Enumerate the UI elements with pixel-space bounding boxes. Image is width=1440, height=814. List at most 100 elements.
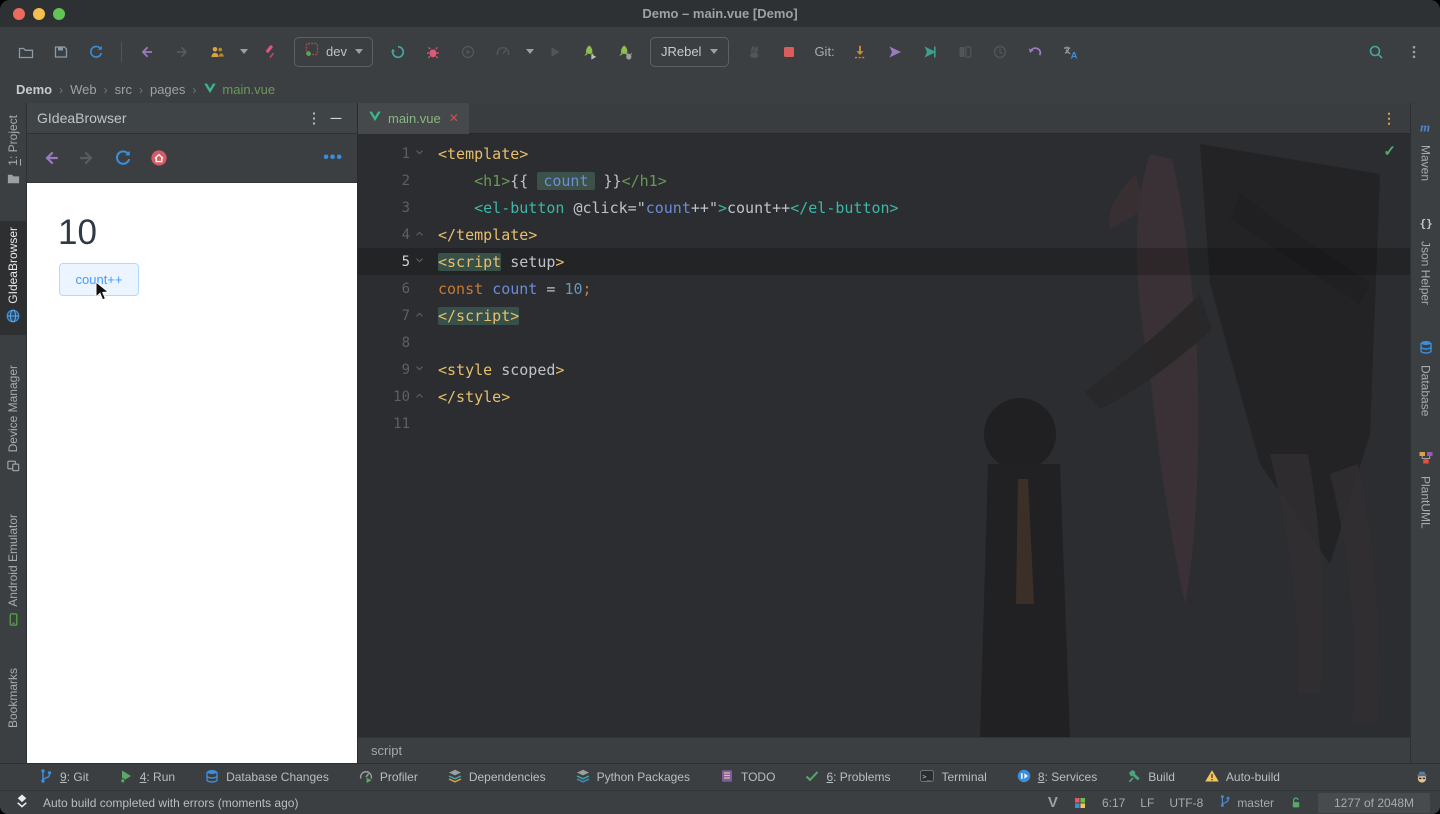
toolbar-item-auto-build[interactable]: Auto-build [1204,768,1280,787]
toolbar-item-git[interactable]: 9: Git [38,768,89,787]
browser-refresh-icon[interactable] [109,144,137,172]
run-with-coverage-icon[interactable] [454,38,482,66]
breadcrumb-item-web[interactable]: Web [70,82,97,97]
code-line-9[interactable]: 9 <style scoped> [358,356,1410,383]
memory-indicator[interactable]: 1277 of 2048M [1318,792,1430,813]
jrebel-selector[interactable]: JRebel [649,36,730,67]
color-grid-plugin-icon[interactable] [1073,796,1087,810]
git-update-icon[interactable] [846,38,874,66]
sidebar-item-maven[interactable]: m Maven [1411,113,1440,187]
git-history-icon[interactable] [986,38,1014,66]
breadcrumb-item-demo[interactable]: Demo [16,82,52,97]
tab-main-vue[interactable]: main.vue ✕ [358,102,469,134]
fold-open-icon[interactable] [414,148,428,160]
vue-file-icon [203,81,217,98]
toolbar-item-problems[interactable]: 6: Problems [804,768,890,787]
git-diff-icon[interactable] [951,38,979,66]
fold-open-icon[interactable] [414,256,428,268]
right-tool-window-stripe: m Maven {} Json Helper Database PlantUML [1410,103,1440,763]
fold-close-icon[interactable] [414,229,428,241]
profiler-icon[interactable] [489,38,517,66]
browser-forward-icon[interactable] [73,144,101,172]
layers1-icon [447,768,463,787]
sync-icon[interactable] [82,38,110,66]
code-line-8[interactable]: 8 [358,329,1410,356]
code-area[interactable]: ✓ 1 <template> 2 <h1>{{ count }}</h1> 3 <el… [358,134,1410,737]
git-branch-widget[interactable]: master [1218,794,1274,811]
git-rollback-icon[interactable] [1021,38,1049,66]
code-line-1[interactable]: 1 <template> [358,140,1410,167]
gutter: 11 [358,416,430,432]
git-commit-icon[interactable] [916,38,944,66]
panel-options-kebab-icon[interactable]: ⋮ [303,109,325,127]
code-line-3[interactable]: 3 <el-button @click="count++">count++</e… [358,194,1410,221]
navigate-forward-icon[interactable] [168,38,196,66]
browser-more-icon[interactable]: ••• [323,149,347,167]
fold-open-icon[interactable] [414,364,428,376]
run-configuration-selector[interactable]: dev [294,36,373,67]
run-disabled-icon[interactable] [541,38,569,66]
sidebar-item-android-emulator[interactable]: Android Emulator [0,508,26,638]
detective-plugin-icon[interactable] [1414,769,1430,785]
main-toolbar: dev JRebel Git: A [0,27,1440,76]
git-push-icon[interactable] [881,38,909,66]
encoding-widget[interactable]: UTF-8 [1169,796,1203,810]
toolbar-item-terminal[interactable]: >_ Terminal [919,768,987,787]
translate-icon[interactable]: A [1056,38,1084,66]
code-line-10[interactable]: 10 </style> [358,383,1410,410]
navigate-back-icon[interactable] [133,38,161,66]
toolbar-item-dependencies[interactable]: Dependencies [447,768,546,787]
main-menu-kebab-icon[interactable] [1400,38,1428,66]
breadcrumb-item-pages[interactable]: pages [150,82,185,97]
screwdriver-icon[interactable] [255,38,283,66]
toolbar-item-database-changes[interactable]: Database Changes [204,768,329,787]
jrebel-debug-icon[interactable] [611,38,639,66]
browser-back-icon[interactable] [37,144,65,172]
line-ending-widget[interactable]: LF [1140,796,1154,810]
jrebel-agent-icon[interactable] [740,38,768,66]
code-line-4[interactable]: 4 </template> [358,221,1410,248]
code-line-6[interactable]: 6 const count = 10; [358,275,1410,302]
code-line-2[interactable]: 2 <h1>{{ count }}</h1> [358,167,1410,194]
search-everywhere-icon[interactable] [1362,38,1390,66]
panel-minimize-icon[interactable]: ─ [325,110,347,127]
tab-options-kebab-icon[interactable]: ⋮ [1382,110,1396,127]
toolbar-item-build[interactable]: Build [1126,768,1175,787]
sidebar-item-device-manager[interactable]: Device Manager [0,359,26,483]
toolbar-item-run[interactable]: 4: Run [118,768,175,787]
sidebar-item-json-helper[interactable]: {} Json Helper [1411,209,1440,311]
code-line-7[interactable]: 7 </script> [358,302,1410,329]
sidebar-item-database[interactable]: Database [1411,333,1440,422]
jrebel-run-icon[interactable] [576,38,604,66]
editor-breadcrumb-script[interactable]: script [358,737,1410,763]
tab-close-icon[interactable]: ✕ [447,111,459,125]
sidebar-item-gideabrowser[interactable]: GIdeaBrowser [0,220,26,336]
toolbar-item-python-packages[interactable]: Python Packages [575,768,690,787]
debug-icon[interactable] [419,38,447,66]
code-line-5[interactable]: 5 <script setup> [358,248,1410,275]
toolbar-item-profiler[interactable]: Profiler [358,768,418,787]
tool-window-label: Database [1418,365,1433,417]
fold-close-icon[interactable] [414,391,428,403]
vue-devtools-icon[interactable]: V [1048,794,1058,811]
sidebar-item-plantuml[interactable]: PlantUML [1411,444,1440,535]
open-folder-icon[interactable] [12,38,40,66]
toolbar-item-services[interactable]: 8: Services [1016,768,1097,787]
breadcrumb-item-main-vue[interactable]: main.vue [203,81,275,98]
toolbar-item-todo[interactable]: TODO [719,768,775,787]
code-with-me-icon[interactable] [203,38,231,66]
sidebar-item-bookmarks[interactable]: Bookmarks [0,662,26,734]
code-line-11[interactable]: 11 [358,410,1410,437]
save-all-icon[interactable] [47,38,75,66]
code-text: </script> [438,306,520,325]
write-access-lock-icon[interactable] [1289,796,1303,810]
sidebar-item-project[interactable]: 1: Project [0,109,26,197]
gutter: 8 [358,335,430,351]
fold-close-icon[interactable] [414,310,428,322]
breadcrumb-item-src[interactable]: src [115,82,132,97]
status-layers-icon[interactable] [14,793,30,812]
stop-icon[interactable] [775,38,803,66]
caret-position-widget[interactable]: 6:17 [1102,796,1125,810]
browser-home-icon[interactable] [145,144,173,172]
rerun-icon[interactable] [384,38,412,66]
